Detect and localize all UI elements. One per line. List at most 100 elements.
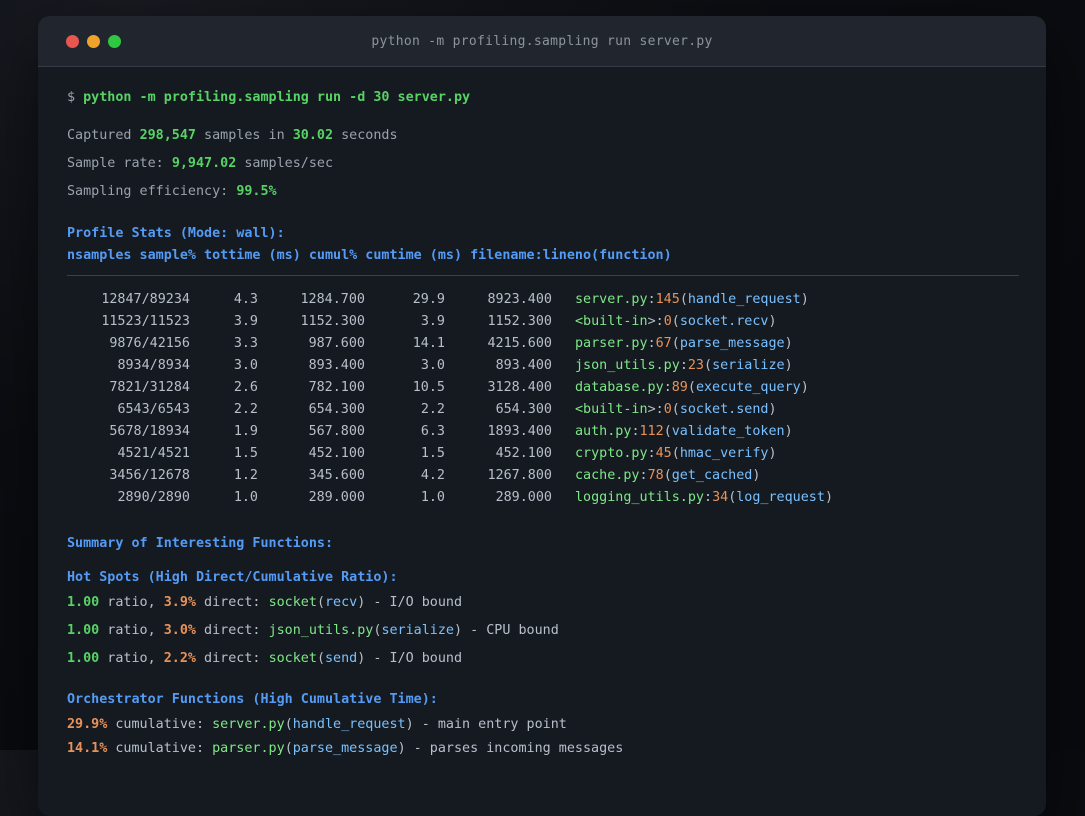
- hotspot-item: 1.00 ratio, 3.9% direct: socket(recv) - …: [67, 592, 1019, 614]
- function-name: log_request: [736, 490, 825, 505]
- punctuation: ): [784, 358, 793, 373]
- stats-line: Sample rate: 9,947.02 samples/sec: [67, 153, 1019, 175]
- sample-pct-cell: 1.5: [233, 446, 258, 461]
- function-name: hmac_verify: [679, 446, 769, 461]
- function-name: handle_request: [687, 292, 801, 307]
- nsamples-cell: 6543/6543: [117, 402, 190, 417]
- stats-segment: 99.5%: [236, 184, 277, 199]
- profile-row: 9876/42156 3.3 987.600 14.1 4215.600 parser.p…: [67, 333, 1019, 355]
- sample-pct-cell: 2.6: [233, 380, 258, 395]
- tottime-cell: 893.400: [308, 358, 365, 373]
- ratio-value: 1.00: [67, 623, 100, 638]
- nsamples-cell: 3456/12678: [109, 468, 190, 483]
- file-name: cache.py: [575, 468, 640, 483]
- punctuation: (: [284, 717, 293, 732]
- minimize-button[interactable]: [87, 34, 100, 48]
- function-name: serialize: [381, 623, 454, 638]
- profile-stats-heading: Profile Stats (Mode: wall):: [67, 226, 285, 241]
- tottime-cell: 345.600: [308, 468, 365, 483]
- file-name: <built-in: [575, 314, 648, 329]
- line-number: 0: [663, 314, 672, 329]
- function-name: handle_request: [292, 717, 406, 732]
- traffic-lights: [38, 34, 121, 48]
- direct-pct-value: 3.0%: [163, 623, 196, 638]
- stats-segment: 9,947.02: [171, 156, 237, 171]
- punctuation: (: [704, 358, 713, 373]
- punctuation: (: [284, 741, 293, 756]
- item-note: - CPU bound: [462, 623, 559, 638]
- line-number: 89: [671, 380, 688, 395]
- tottime-cell: 654.300: [308, 402, 365, 417]
- nsamples-cell: 8934/8934: [117, 358, 190, 373]
- punctuation: :: [679, 358, 688, 373]
- fileref-cell: auth.py:112(validate_token): [575, 421, 793, 443]
- punctuation: :: [655, 314, 664, 329]
- stats-segment: Sampling efficiency:: [67, 184, 237, 199]
- punctuation: ): [397, 741, 406, 756]
- function-name: socket.send: [679, 402, 769, 417]
- cumul-pct-cell: 1.0: [420, 490, 445, 505]
- punctuation: (: [663, 424, 672, 439]
- punctuation: ): [784, 336, 793, 351]
- hotspot-item: 1.00 ratio, 2.2% direct: socket(send) - …: [67, 648, 1019, 670]
- nsamples-cell: 4521/4521: [117, 446, 190, 461]
- stats-segment: samples/sec: [236, 156, 334, 171]
- maximize-button[interactable]: [108, 34, 121, 48]
- stats-segment: 30.02: [292, 128, 334, 143]
- ratio-label: ratio,: [99, 651, 164, 666]
- profile-table: 12847/89234 4.3 1284.700 29.9 8923.400 server…: [67, 289, 1019, 509]
- profile-row: 12847/89234 4.3 1284.700 29.9 8923.400 server…: [67, 289, 1019, 311]
- punctuation: :: [647, 446, 656, 461]
- direct-label: direct:: [196, 623, 269, 638]
- shell-prompt: $: [67, 90, 76, 105]
- profile-row: 3456/12678 1.2 345.600 4.2 1267.800 cache.py:…: [67, 465, 1019, 487]
- punctuation: (: [687, 380, 696, 395]
- cumul-pct-cell: 1.5: [420, 446, 445, 461]
- stats-segment: Sample rate:: [67, 156, 172, 171]
- fileref-cell: json_utils.py:23(serialize): [575, 355, 793, 377]
- nsamples-cell: 12847/89234: [101, 292, 190, 307]
- hotspot-item: 1.00 ratio, 3.0% direct: json_utils.py(s…: [67, 620, 1019, 642]
- punctuation: ): [405, 717, 414, 732]
- tottime-cell: 987.600: [308, 336, 365, 351]
- cumtime-cell: 1267.800: [487, 468, 553, 483]
- stats-line: Sampling efficiency: 99.5%: [67, 181, 1019, 203]
- cumul-pct-cell: 2.2: [420, 402, 445, 417]
- punctuation: (: [671, 446, 680, 461]
- file-name: parser.py: [575, 336, 648, 351]
- window-title: python -m profiling.sampling run server.…: [371, 33, 713, 49]
- close-button[interactable]: [66, 34, 79, 48]
- fileref-cell: parser.py:67(parse_message): [575, 333, 793, 355]
- cumul-pct-cell: 14.1: [412, 336, 445, 351]
- file-name: logging_utils.py: [575, 490, 704, 505]
- function-name: recv: [325, 595, 358, 610]
- line-number: 0: [663, 402, 672, 417]
- fileref-cell: <built-in>:0(socket.recv): [575, 311, 777, 333]
- function-name: send: [325, 651, 358, 666]
- punctuation: :: [647, 336, 656, 351]
- direct-label: direct:: [196, 651, 269, 666]
- item-note: - parses incoming messages: [405, 741, 624, 756]
- terminal-window: python -m profiling.sampling run server.…: [38, 16, 1046, 816]
- fileref-cell: server.py:145(handle_request): [575, 289, 809, 311]
- cumulative-pct-value: 14.1%: [67, 741, 108, 756]
- profile-row: 6543/6543 2.2 654.300 2.2 654.300 <built-in>:…: [67, 399, 1019, 421]
- punctuation: ): [768, 402, 777, 417]
- file-name: crypto.py: [575, 446, 648, 461]
- punctuation: (: [663, 468, 672, 483]
- orchestrator-list: 29.9% cumulative: server.py(handle_reque…: [67, 714, 1019, 760]
- module-name: socket: [268, 651, 317, 666]
- ratio-label: ratio,: [99, 595, 164, 610]
- module-name: server.py: [212, 717, 285, 732]
- file-name: server.py: [575, 292, 648, 307]
- terminal-output[interactable]: $ python -m profiling.sampling run -d 30…: [38, 67, 1046, 760]
- cumtime-cell: 3128.400: [487, 380, 553, 395]
- punctuation: ): [800, 292, 809, 307]
- nsamples-cell: 11523/11523: [101, 314, 190, 329]
- table-divider: [67, 275, 1019, 276]
- nsamples-cell: 2890/2890: [117, 490, 190, 505]
- fileref-cell: logging_utils.py:34(log_request): [575, 487, 833, 509]
- line-number: 45: [655, 446, 672, 461]
- window-titlebar[interactable]: python -m profiling.sampling run server.…: [38, 16, 1046, 67]
- punctuation: :: [639, 468, 648, 483]
